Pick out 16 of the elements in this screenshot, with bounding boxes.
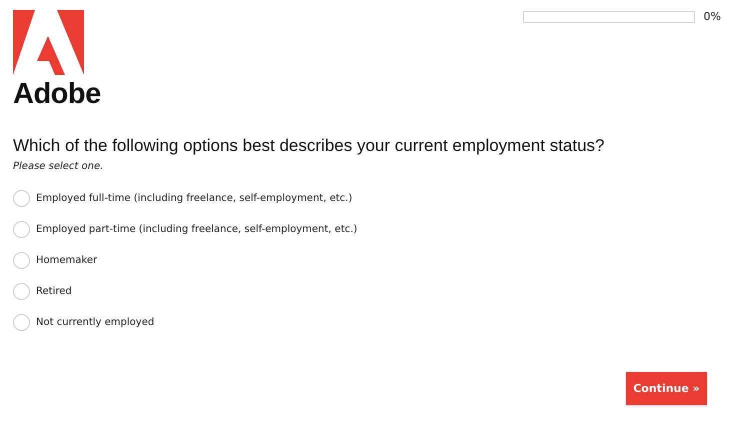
- radio-button[interactable]: [13, 252, 30, 269]
- question-hint: Please select one.: [13, 161, 104, 172]
- continue-button[interactable]: Continue »: [626, 372, 707, 405]
- question-title: Which of the following options best describes your current employment status?: [13, 135, 606, 157]
- option-label[interactable]: Employed part-time (including freelance, self-employment, etc.): [36, 224, 358, 235]
- radio-button[interactable]: [13, 314, 30, 331]
- option-label[interactable]: Homemaker: [36, 255, 98, 266]
- option-label[interactable]: Not currently employed: [36, 317, 154, 328]
- logo-mark-icon: [13, 10, 84, 75]
- radio-button[interactable]: [13, 221, 30, 238]
- radio-button[interactable]: [13, 190, 30, 207]
- logo-wordmark: Adobe: [13, 79, 101, 109]
- progress-reading: 0%: [704, 10, 721, 23]
- option-label[interactable]: Employed full-time (including freelance, self-employment, etc.): [36, 193, 352, 204]
- option-label[interactable]: Retired: [36, 286, 72, 297]
- radio-button[interactable]: [13, 283, 30, 300]
